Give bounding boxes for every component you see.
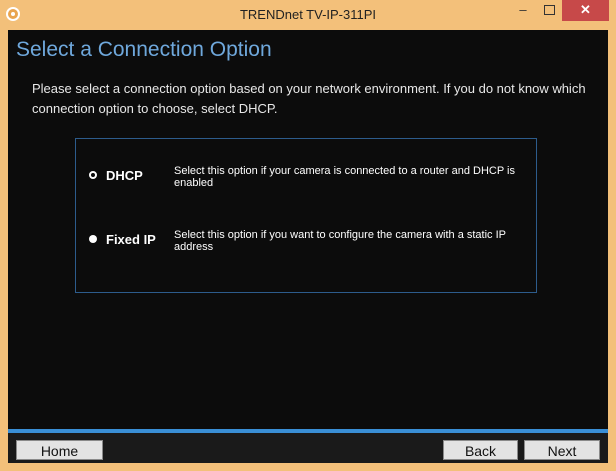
option-dhcp[interactable]: DHCP Select this option if your camera i… (76, 165, 536, 205)
next-button[interactable]: Next (524, 440, 600, 460)
fixed-ip-radio[interactable] (89, 235, 97, 243)
home-button[interactable]: Home (16, 440, 103, 460)
page-title: Select a Connection Option (16, 38, 272, 61)
minimize-button[interactable]: – (510, 0, 536, 21)
close-button[interactable]: ✕ (562, 0, 609, 21)
dhcp-label[interactable]: DHCP (106, 168, 143, 183)
minimize-icon: – (519, 2, 527, 17)
content-area: Select a Connection Option Please select… (8, 30, 608, 429)
navigation-bar: Home Back Next (8, 429, 608, 463)
back-button[interactable]: Back (443, 440, 518, 460)
dhcp-radio[interactable] (89, 171, 97, 179)
maximize-button[interactable] (536, 0, 562, 21)
fixed-ip-description: Select this option if you want to config… (174, 229, 506, 253)
option-fixed-ip[interactable]: Fixed IP Select this option if you want … (76, 229, 536, 269)
accent-divider (8, 429, 608, 433)
connection-options-panel: DHCP Select this option if your camera i… (75, 138, 537, 293)
dhcp-description: Select this option if your camera is con… (174, 165, 515, 189)
maximize-icon (543, 5, 555, 15)
close-icon: ✕ (580, 2, 591, 17)
fixed-ip-label[interactable]: Fixed IP (106, 232, 156, 247)
intro-text: Please select a connection option based … (32, 81, 586, 116)
installer-window: TRENDnet TV-IP-311PI – ✕ Select a Connec… (0, 0, 616, 471)
title-bar[interactable]: TRENDnet TV-IP-311PI – ✕ (0, 0, 616, 30)
